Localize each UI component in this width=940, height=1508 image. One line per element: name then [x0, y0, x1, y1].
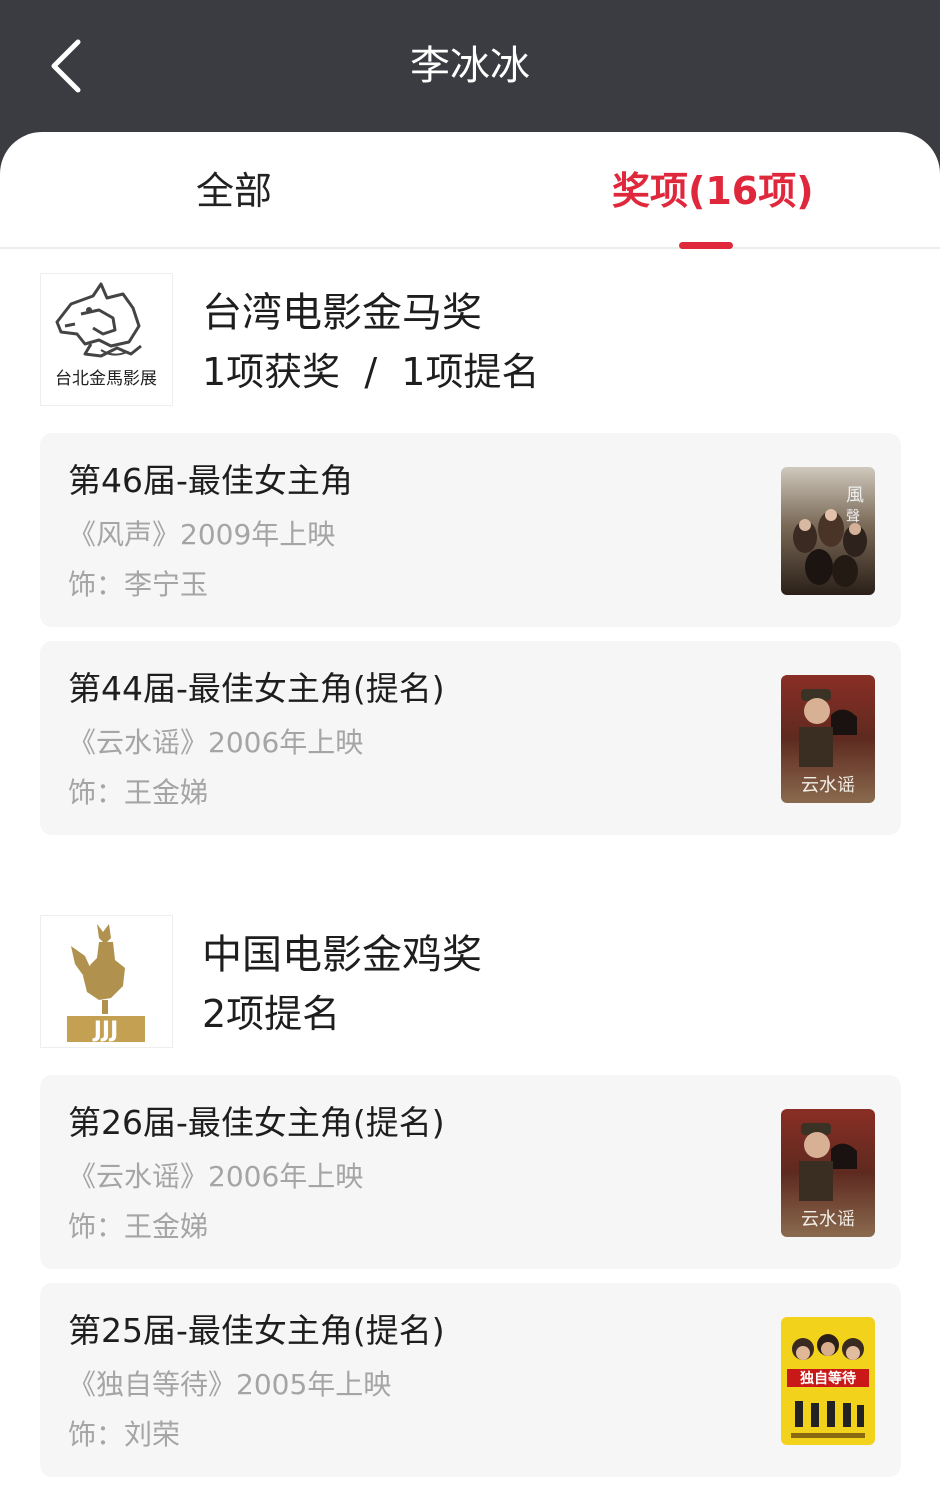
film-poster-image: 独自等待 [781, 1317, 875, 1445]
golden-horse-logo-icon: 台北金馬影展 [40, 273, 173, 406]
tab-awards[interactable]: 奖项(16项) [612, 166, 814, 216]
award-role: 饰：王金娣 [68, 776, 209, 809]
award-film: 《风声》2009年上映 [68, 518, 336, 551]
award-role: 饰：李宁玉 [68, 568, 209, 601]
film-poster-image: 云水谣 [781, 675, 875, 803]
award-title: 第25届-最佳女主角(提名) [68, 1311, 445, 1350]
golden-rooster-logo-icon: JJJ [40, 915, 173, 1048]
award-org-header: 台北金馬影展 台湾电影金马奖 1项获奖 / 1项提名 [40, 273, 900, 407]
tab-bar: 全部 奖项(16项) [0, 132, 940, 249]
svg-text:独自等待: 独自等待 [800, 1370, 856, 1387]
award-card[interactable]: 第46届-最佳女主角 《风声》2009年上映 饰：李宁玉 風 聲 [40, 433, 901, 627]
award-org-stats: 2项提名 [202, 992, 341, 1036]
svg-text:云水谣: 云水谣 [801, 775, 855, 796]
svg-text:風: 風 [846, 485, 864, 506]
award-role: 饰：刘荣 [68, 1418, 181, 1451]
tab-all[interactable]: 全部 [196, 166, 272, 216]
svg-text:聲: 聲 [846, 508, 860, 525]
award-role: 饰：王金娣 [68, 1210, 209, 1243]
award-film: 《云水谣》2006年上映 [68, 1160, 364, 1193]
award-card[interactable]: 第26届-最佳女主角(提名) 《云水谣》2006年上映 饰：王金娣 云水谣 [40, 1075, 901, 1269]
active-tab-indicator [679, 242, 733, 249]
top-bar: 李冰冰 [0, 0, 940, 140]
content-sheet: 全部 奖项(16项) 台北金馬影展 台湾电影金马奖 1项获奖 / 1项提名 第4… [0, 132, 940, 1508]
award-card[interactable]: 第44届-最佳女主角(提名) 《云水谣》2006年上映 饰：王金娣 云水谣 [40, 641, 901, 835]
award-title: 第44届-最佳女主角(提名) [68, 669, 445, 708]
award-org-name: 台湾电影金马奖 [202, 290, 482, 336]
svg-text:云水谣: 云水谣 [801, 1209, 855, 1230]
award-title: 第26届-最佳女主角(提名) [68, 1103, 445, 1142]
award-film: 《独自等待》2005年上映 [68, 1368, 392, 1401]
award-org-stats: 1项获奖 / 1项提名 [202, 350, 540, 394]
award-film: 《云水谣》2006年上映 [68, 726, 364, 759]
award-org-header: JJJ 中国电影金鸡奖 2项提名 [40, 915, 900, 1049]
logo-text: 台北金馬影展 [55, 369, 157, 389]
film-poster-image: 風 聲 [781, 467, 875, 595]
award-org-name: 中国电影金鸡奖 [202, 932, 482, 978]
award-title: 第46届-最佳女主角 [68, 461, 353, 500]
page-title: 李冰冰 [410, 43, 530, 89]
film-poster-image: 云水谣 [781, 1109, 875, 1237]
logo-text: JJJ [92, 1018, 119, 1043]
award-card[interactable]: 第25届-最佳女主角(提名) 《独自等待》2005年上映 饰：刘荣 独自等待 [40, 1283, 901, 1477]
